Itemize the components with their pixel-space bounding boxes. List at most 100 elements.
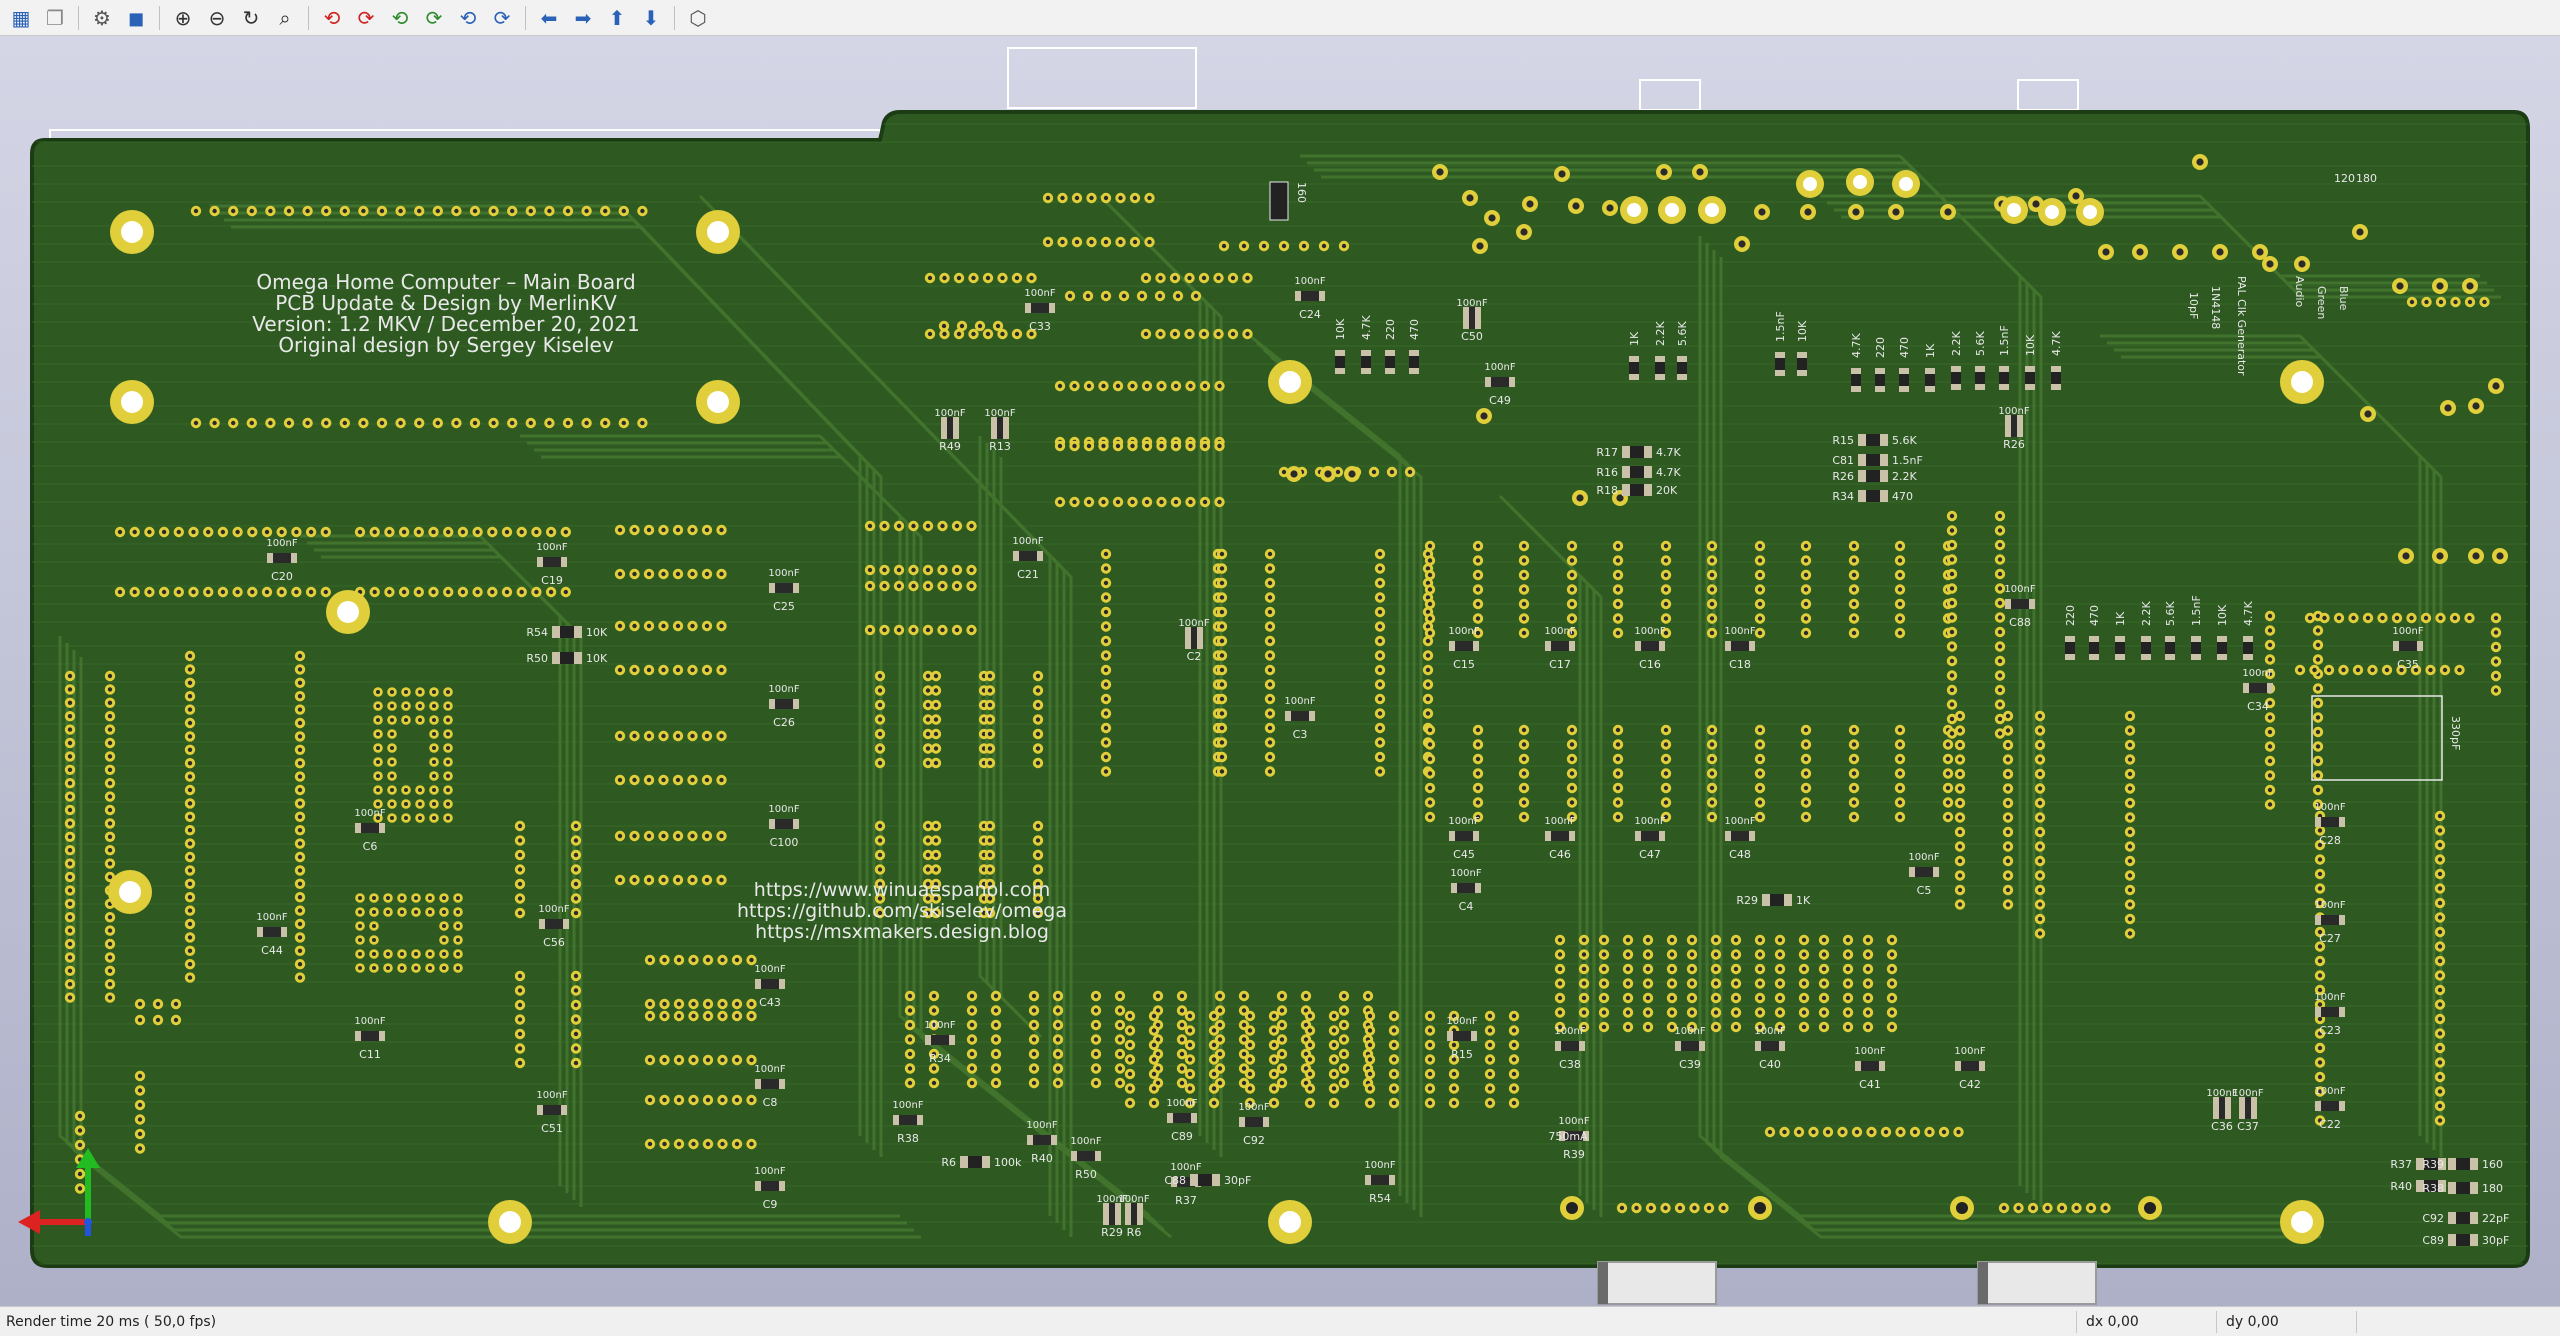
- pga-pad: [387, 785, 397, 795]
- ref-label: C6: [363, 840, 378, 853]
- pga-pad: [415, 715, 425, 725]
- value-label: 4.7K: [1656, 446, 1681, 459]
- ref-label: R50: [1075, 1168, 1097, 1181]
- resistor-pair: C92 22pF: [2422, 1212, 2509, 1225]
- resistor-pair: R29 1K: [1736, 894, 1811, 907]
- ref-label: C47: [1639, 848, 1661, 861]
- 3d-viewport[interactable]: C33 100nF C24 100nF C50 100nF C49 100nF R49 100nF…: [0, 36, 2560, 1306]
- mounting-hole: [2000, 196, 2028, 224]
- zoom-fit-icon: ⌕: [279, 5, 291, 30]
- ref-label: R15: [1832, 434, 1854, 447]
- tht-pad: [1734, 236, 1750, 252]
- pga-pad: [373, 771, 383, 781]
- ref-label: C46: [1549, 848, 1571, 861]
- zoom-in-icon: ⊕: [174, 5, 192, 30]
- pan-left-button[interactable]: ⬅: [534, 3, 564, 33]
- ref-label: C45: [1453, 848, 1475, 861]
- pga-pad: [415, 813, 425, 823]
- ref-label: C43: [759, 996, 781, 1009]
- value-label: 100nF: [1634, 626, 1665, 637]
- ref-label: R29: [1736, 894, 1758, 907]
- rotate-x-cw-button[interactable]: ⟲: [317, 3, 347, 33]
- tht-pad: [1462, 190, 1478, 206]
- tht-pad: [1656, 164, 1672, 180]
- rotate-z-ccw-icon: ⟳: [493, 5, 511, 30]
- pan-right-button[interactable]: ➡: [568, 3, 598, 33]
- value-label: 100nF: [1544, 626, 1575, 637]
- ref-label: C34: [2247, 700, 2269, 713]
- value-label: 100nF: [754, 1166, 785, 1177]
- value-label: 100nF: [1238, 1102, 1269, 1113]
- pan-right-icon: ➡: [574, 5, 592, 30]
- settings-button[interactable]: ⚙: [87, 3, 117, 33]
- tht-pad: [2294, 256, 2310, 272]
- pga-pad: [411, 907, 421, 917]
- rotate-y-ccw-button[interactable]: ⟳: [419, 3, 449, 33]
- ref-label: C2: [1187, 650, 1202, 663]
- pga-pad: [443, 729, 453, 739]
- pan-up-button[interactable]: ⬆: [602, 3, 632, 33]
- rotate-z-ccw-button[interactable]: ⟳: [487, 3, 517, 33]
- board-setup-button[interactable]: ▦: [6, 3, 36, 33]
- board-url-line: https://www.winuaespanol.com: [754, 879, 1050, 901]
- ref-label: R40: [1031, 1152, 1053, 1165]
- value-label: 100nF: [1484, 362, 1515, 373]
- pga-pad: [425, 963, 435, 973]
- value-label: 100nF: [2314, 900, 2345, 911]
- copy-button[interactable]: ❐: [40, 3, 70, 33]
- connector-mount: [1748, 1196, 1772, 1220]
- resistor-pair: C89 30pF: [2422, 1234, 2509, 1247]
- ref-label: C38: [1559, 1058, 1581, 1071]
- redraw-button[interactable]: ↻: [236, 3, 266, 33]
- value-label: 100nF: [1754, 1026, 1785, 1037]
- tht-pad: [2432, 548, 2448, 564]
- render-time-text: Render time 20 ms ( 50,0 fps): [6, 1314, 217, 1330]
- board-url-line: https://msxmakers.design.blog: [755, 921, 1049, 943]
- tht-pad: [1568, 198, 1584, 214]
- ref-label: R39: [2422, 1158, 2444, 1171]
- value-label: 220: [2064, 605, 2077, 626]
- value-label: 100nF: [536, 1090, 567, 1101]
- pcb-board-render[interactable]: C33 100nF C24 100nF C50 100nF C49 100nF R49 100nF…: [0, 36, 2560, 1306]
- rotate-z-cw-button[interactable]: ⟲: [453, 3, 483, 33]
- rotate-y-cw-button[interactable]: ⟲: [385, 3, 415, 33]
- fuse-label: 750mA: [1548, 1130, 1588, 1143]
- pga-pad: [383, 949, 393, 959]
- pga-pad: [429, 687, 439, 697]
- ref-label: C26: [773, 716, 795, 729]
- ref-label: C37: [2237, 1120, 2259, 1133]
- ref-label: C92: [1243, 1134, 1265, 1147]
- ref-label: R17: [1596, 446, 1618, 459]
- pga-pad: [387, 701, 397, 711]
- ref-label: C40: [1759, 1058, 1781, 1071]
- resistor-pair: R6 100k: [941, 1156, 1022, 1169]
- zoom-in-button[interactable]: ⊕: [168, 3, 198, 33]
- value-label: 100nF: [754, 964, 785, 975]
- mounting-hole: [2076, 198, 2104, 226]
- zoom-out-icon: ⊖: [208, 5, 226, 30]
- tht-pad: [1522, 196, 1538, 212]
- value-label: 220: [1384, 319, 1397, 340]
- pga-pad: [373, 729, 383, 739]
- ref-label: C15: [1453, 658, 1475, 671]
- 3d-view-button[interactable]: ◼: [121, 3, 151, 33]
- pga-pad: [429, 743, 439, 753]
- pan-down-button[interactable]: ⬇: [636, 3, 666, 33]
- pga-pad: [443, 701, 453, 711]
- zoom-fit-button[interactable]: ⌕: [270, 3, 300, 33]
- pga-pad: [443, 687, 453, 697]
- value-label: 1.5nF: [1998, 325, 2011, 356]
- ref-label: R15: [1451, 1048, 1473, 1061]
- pga-pad: [355, 893, 365, 903]
- zoom-out-button[interactable]: ⊖: [202, 3, 232, 33]
- value-label: 100nF: [266, 538, 297, 549]
- pga-pad: [383, 893, 393, 903]
- rotate-x-ccw-button[interactable]: ⟳: [351, 3, 381, 33]
- orthographic-button[interactable]: ⬡: [683, 3, 713, 33]
- connector-label: Blue: [2337, 286, 2350, 311]
- value-label: 1.5nF: [1892, 454, 1923, 467]
- main-toolbar: ▦ ❐ ⚙ ◼ ⊕ ⊖ ↻ ⌕ ⟲ ⟳ ⟲ ⟳ ⟲ ⟳ ⬅ ➡ ⬆ ⬇ ⬡: [0, 0, 2560, 36]
- pga-pad: [373, 701, 383, 711]
- ref-label: C17: [1549, 658, 1571, 671]
- tht-pad: [2462, 278, 2478, 294]
